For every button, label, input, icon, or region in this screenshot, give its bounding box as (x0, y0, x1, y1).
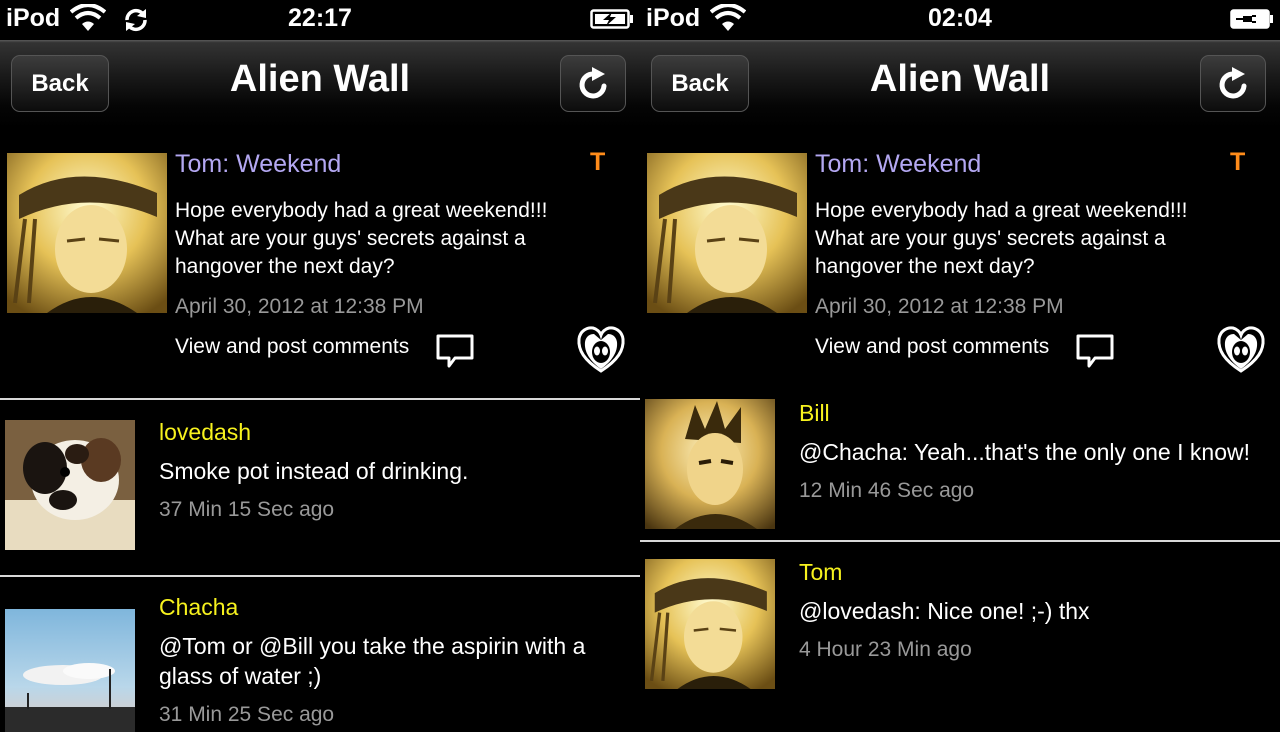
comment-time: 12 Min 46 Sec ago (799, 479, 975, 502)
nav-bar: Back Alien Wall (640, 40, 1280, 128)
post-body-line: hangover the next day? (815, 255, 1035, 278)
post-body: Hope everybody had a great weekend!!! Wh… (175, 197, 605, 281)
refresh-button[interactable] (1200, 55, 1266, 112)
status-time: 02:04 (928, 4, 992, 32)
comment-text: Smoke pot instead of drinking. (159, 456, 468, 486)
comment-text-line: @Tom or @Bill you take the aspirin with … (159, 633, 586, 659)
comment-text: @Chacha: Yeah...that's the only one I kn… (799, 437, 1250, 467)
battery-plugged-icon (1230, 9, 1273, 29)
twitter-source-badge: T (1230, 148, 1246, 176)
comment-avatar[interactable] (5, 420, 135, 550)
comment-text-line: @Chacha: Yeah...that's the only one I kn… (799, 439, 1250, 465)
post-avatar[interactable] (7, 153, 167, 313)
comment-text-line: Smoke pot instead of drinking. (159, 458, 469, 484)
comment-row[interactable]: Tom @lovedash: Nice one! ;-) thx 4 Hour … (640, 542, 1280, 732)
comment-author[interactable]: lovedash (159, 419, 251, 446)
comment-time: 31 Min 25 Sec ago (159, 703, 335, 726)
view-comments-link[interactable]: View and post comments (815, 335, 1049, 359)
post-date: April 30, 2012 at 12:38 PM (175, 295, 424, 318)
post-author[interactable]: Tom: Weekend (175, 150, 341, 179)
post-date: April 30, 2012 at 12:38 PM (815, 295, 1064, 318)
comment-avatar[interactable] (5, 609, 135, 732)
page-title: Alien Wall (869, 58, 1051, 100)
twitter-source-badge: T (590, 148, 606, 176)
nav-bar: Back Alien Wall (0, 40, 640, 128)
alien-heart-like-icon[interactable] (576, 324, 626, 374)
page-title: Alien Wall (229, 58, 411, 100)
view-comments-link[interactable]: View and post comments (175, 335, 409, 359)
status-time: 22:17 (288, 4, 352, 32)
comment-author[interactable]: Bill (799, 400, 830, 427)
refresh-icon (579, 67, 607, 99)
post-body: Hope everybody had a great weekend!!! Wh… (815, 197, 1245, 281)
comment-time: 4 Hour 23 Min ago (799, 638, 972, 661)
comment-bubble-icon[interactable] (1075, 333, 1115, 369)
screen-left: iPod 22:17 Back Alien Wall Tom: Weekend … (0, 0, 640, 732)
post-body-line: Hope everybody had a great weekend!!! (815, 199, 1188, 222)
comment-text-line: @lovedash: Nice one! ;-) thx (799, 598, 1090, 624)
refresh-button[interactable] (560, 55, 626, 112)
post-avatar[interactable] (647, 153, 807, 313)
post-body-line: What are your guys' secrets against a (175, 227, 526, 250)
post-author[interactable]: Tom: Weekend (815, 150, 981, 179)
comment-time: 37 Min 15 Sec ago (159, 498, 335, 521)
comment-text: @lovedash: Nice one! ;-) thx (799, 596, 1090, 626)
comment-bubble-icon[interactable] (435, 333, 475, 369)
comment-row[interactable]: Chacha @Tom or @Bill you take the aspiri… (0, 577, 640, 732)
comment-avatar[interactable] (645, 559, 775, 689)
wall-post: Tom: Weekend T Hope everybody had a grea… (0, 128, 640, 398)
refresh-icon (1219, 67, 1247, 99)
comment-text-line: glass of water ;) (159, 663, 322, 689)
battery-charging-icon (590, 9, 633, 29)
comment-author[interactable]: Chacha (159, 594, 238, 621)
post-body-line: Hope everybody had a great weekend!!! (175, 199, 548, 222)
status-bar: iPod 22:17 (0, 0, 640, 40)
comment-author[interactable]: Tom (799, 559, 842, 586)
post-body-line: hangover the next day? (175, 255, 395, 278)
comment-row[interactable]: lovedash Smoke pot instead of drinking. … (0, 400, 640, 575)
comment-row[interactable]: Bill @Chacha: Yeah...that's the only one… (640, 380, 1280, 540)
status-bar: iPod 02:04 (640, 0, 1280, 40)
alien-heart-like-icon[interactable] (1216, 324, 1266, 374)
comment-text: @Tom or @Bill you take the aspirin with … (159, 631, 585, 691)
post-body-line: What are your guys' secrets against a (815, 227, 1166, 250)
wall-post: Tom: Weekend T Hope everybody had a grea… (640, 128, 1280, 398)
comment-avatar[interactable] (645, 399, 775, 529)
screen-right: iPod 02:04 Back Alien Wall Tom: Weekend … (640, 0, 1280, 732)
